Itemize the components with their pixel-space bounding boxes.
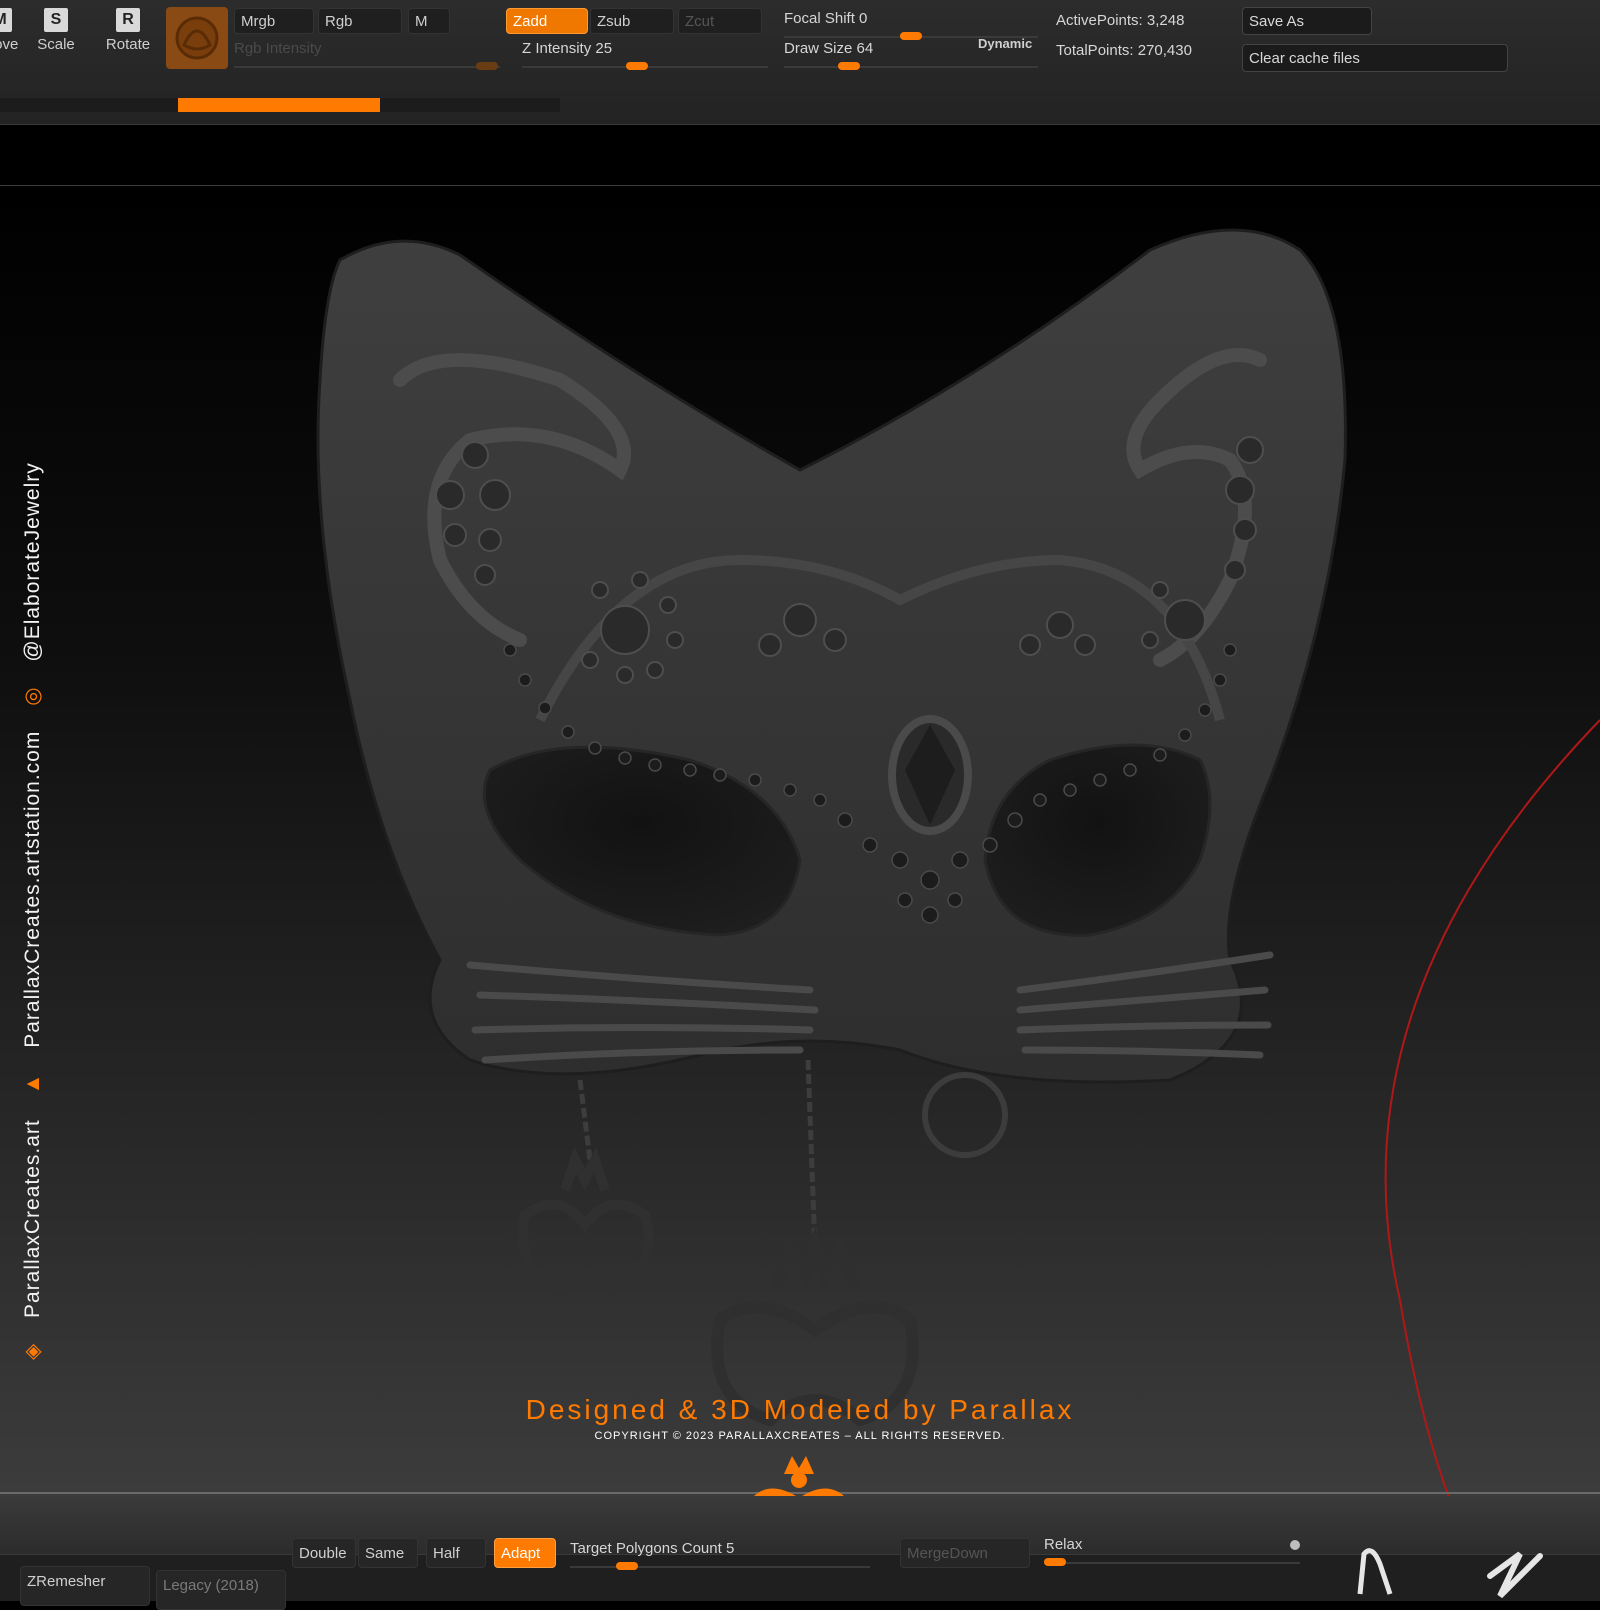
relax-toggle-dot[interactable]	[1290, 1540, 1300, 1550]
hanging-ring	[922, 1072, 1008, 1158]
relax-label: Relax	[1044, 1536, 1083, 1553]
rotate-label: Rotate	[105, 36, 151, 53]
progress-fill	[178, 98, 380, 112]
scale-label: Scale	[37, 36, 75, 53]
double-button[interactable]: Double	[292, 1538, 356, 1568]
mrgb-button[interactable]: Mrgb	[234, 8, 314, 34]
z-intensity-value: 25	[595, 40, 613, 57]
target-polygons-slider[interactable]: Target Polygons Count 5	[570, 1540, 870, 1570]
target-polygons-track	[570, 1566, 870, 1568]
rgb-intensity-track	[234, 66, 500, 68]
instagram-handle: @ElaborateJewelry	[21, 462, 44, 662]
small-pendant	[518, 1146, 654, 1297]
zremesher-button[interactable]: ZRemesher	[20, 1566, 150, 1606]
target-polygons-label: Target Polygons Count	[570, 1540, 722, 1557]
rgb-intensity-knob[interactable]	[476, 62, 498, 70]
focal-shift-knob[interactable]	[900, 32, 922, 40]
relax-knob[interactable]	[1044, 1558, 1066, 1566]
dynamic-button[interactable]: Dynamic	[978, 36, 1032, 51]
draw-size-label: Draw Size	[784, 40, 853, 57]
draw-size-track	[784, 66, 1038, 68]
progress-track	[0, 98, 560, 112]
scale-tool[interactable]: S Scale	[26, 8, 86, 53]
target-polygons-knob[interactable]	[616, 1562, 638, 1570]
relax-slider[interactable]: Relax	[1044, 1536, 1300, 1566]
focal-shift-value: 0	[859, 10, 868, 27]
focal-shift-label: Focal Shift	[784, 10, 855, 27]
instagram-icon: ◎	[21, 686, 44, 706]
material-swatch-button[interactable]	[166, 7, 228, 69]
pen-stroke-icon[interactable]	[1480, 1536, 1550, 1600]
z-intensity-knob[interactable]	[626, 62, 648, 70]
rgb-intensity-slider[interactable]: Rgb Intensity	[234, 40, 500, 70]
draw-size-knob[interactable]	[838, 62, 860, 70]
move-key: M	[0, 8, 12, 32]
rgb-intensity-label: Rgb Intensity	[234, 40, 322, 57]
zadd-button[interactable]: Zadd	[506, 8, 588, 34]
parallax-logo-icon: ◈	[21, 1342, 44, 1360]
zsub-button[interactable]: Zsub	[590, 8, 674, 34]
sidebar-credits: ◈ ParallaxCreates.art ▲ ParallaxCreates.…	[20, 444, 45, 1360]
half-button[interactable]: Half	[426, 1538, 486, 1568]
total-points-readout: TotalPoints: 270,430	[1056, 42, 1192, 59]
material-sphere-icon	[175, 16, 219, 60]
rgb-button[interactable]: Rgb	[318, 8, 402, 34]
merge-down-button[interactable]: MergeDown	[900, 1538, 1030, 1568]
relax-track	[1044, 1562, 1300, 1564]
pendant-chains	[577, 1059, 818, 1251]
clear-cache-button[interactable]: Clear cache files	[1242, 44, 1508, 72]
active-points-readout: ActivePoints: 3,248	[1056, 12, 1185, 29]
rotate-tool[interactable]: R Rotate	[98, 8, 158, 53]
focal-shift-slider[interactable]: Focal Shift 0	[784, 10, 1038, 40]
artstation-url: ParallaxCreates.artstation.com	[21, 730, 44, 1048]
target-polygons-value: 5	[725, 1540, 735, 1557]
same-button[interactable]: Same	[358, 1538, 418, 1568]
bottom-toolbar: ZRemesher Legacy (2018) Double Same Half…	[0, 1496, 1600, 1610]
scale-key: S	[44, 8, 68, 32]
designer-credit: Designed & 3D Modeled by Parallax	[525, 1394, 1075, 1425]
top-toolbar: M Move S Scale R Rotate Mrgb Rgb M Rgb I…	[0, 0, 1600, 125]
save-as-button[interactable]: Save As	[1242, 7, 1372, 35]
m-button[interactable]: M	[408, 8, 450, 34]
artstation-icon: ▲	[21, 1072, 44, 1095]
z-intensity-slider[interactable]: Z Intensity 25	[522, 40, 768, 70]
z-intensity-label: Z Intensity	[522, 40, 592, 57]
adapt-button[interactable]: Adapt	[494, 1538, 556, 1568]
rotate-key: R	[116, 8, 140, 32]
copyright-notice: COPYRIGHT © 2023 PARALLAXCREATES – ALL R…	[594, 1430, 1006, 1442]
guide-arc	[1384, 719, 1600, 1496]
legacy-button[interactable]: Legacy (2018)	[156, 1570, 286, 1610]
viewport-canvas[interactable]	[0, 186, 1600, 1496]
canvas-header-band	[0, 125, 1600, 186]
zcut-button[interactable]: Zcut	[678, 8, 762, 34]
cat-mask-model	[0, 228, 1600, 1496]
brush-stroke-icon[interactable]	[1350, 1534, 1410, 1600]
site-url: ParallaxCreates.art	[21, 1119, 44, 1318]
draw-size-value: 64	[856, 40, 874, 57]
